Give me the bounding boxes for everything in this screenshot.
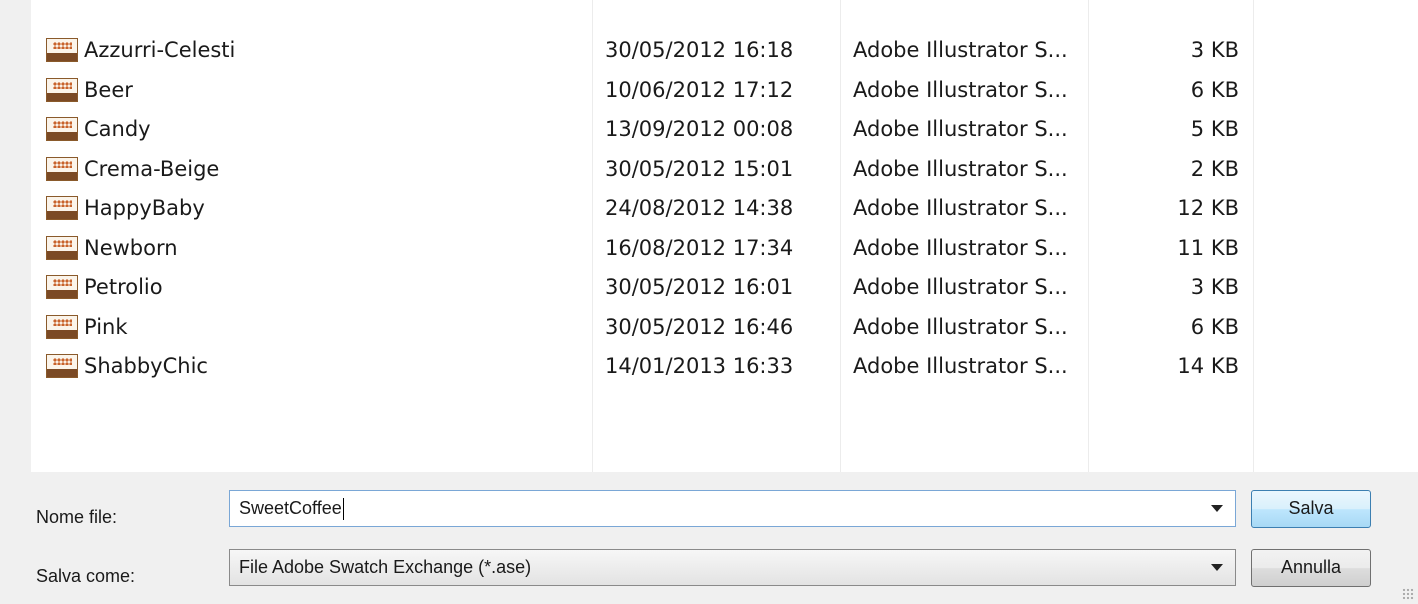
- filename-value: SweetCoffee: [239, 498, 342, 518]
- file-name: Newborn: [84, 235, 178, 260]
- file-row[interactable]: HappyBaby 24/08/2012 14:38 Adobe Illustrat…: [31, 189, 1418, 227]
- file-type: Adobe Illustrator S...: [853, 196, 1068, 220]
- ase-swatch-file-icon: [46, 275, 78, 299]
- ase-swatch-file-icon: [46, 235, 78, 260]
- file-name: Azzurri-Celesti: [84, 38, 236, 62]
- ase-swatch-file-icon: [46, 38, 78, 62]
- file-type: Adobe Illustrator S...: [853, 235, 1068, 260]
- file-size: 12 KB: [1177, 196, 1239, 220]
- file-row[interactable]: Newborn 16/08/2012 17:34 Adobe Illustrator…: [31, 229, 1418, 267]
- ase-swatch-file-icon: [46, 354, 78, 378]
- ase-swatch-file-icon: [46, 196, 78, 220]
- file-modified: 13/09/2012 00:08: [605, 117, 794, 141]
- filetype-value: File Adobe Swatch Exchange (*.ase): [239, 557, 532, 577]
- file-name: HappyBaby: [84, 196, 205, 220]
- ase-swatch-file-icon: [46, 117, 78, 141]
- file-type: Adobe Illustrator S...: [853, 38, 1068, 62]
- chevron-down-icon[interactable]: [1211, 505, 1223, 512]
- file-modified: 16/08/2012 17:34: [605, 235, 794, 260]
- filename-label: Nome file:: [36, 507, 118, 527]
- chevron-down-icon[interactable]: [1211, 564, 1223, 571]
- file-size: 3 KB: [1190, 38, 1239, 62]
- cancel-button[interactable]: Annulla: [1251, 549, 1371, 587]
- file-name: Beer: [84, 77, 133, 102]
- file-row[interactable]: Petrolio 30/05/2012 16:01 Adobe Illustrato…: [31, 268, 1418, 306]
- file-modified: 30/05/2012 15:01: [605, 156, 794, 181]
- file-type: Adobe Illustrator S...: [853, 77, 1068, 102]
- file-type: Adobe Illustrator S...: [853, 156, 1068, 181]
- ase-swatch-file-icon: [46, 77, 78, 102]
- file-modified: 30/05/2012 16:01: [605, 275, 794, 299]
- file-row[interactable]: Crema-Beige 30/05/2012 15:01 Adobe Illustr…: [31, 150, 1418, 188]
- file-row[interactable]: ShabbyChic 14/01/2013 16:33 Adobe Illustra…: [31, 347, 1418, 385]
- file-type: Adobe Illustrator S...: [853, 117, 1068, 141]
- file-row[interactable]: Pink 30/05/2012 16:46 Adobe Illustrator S.…: [31, 308, 1418, 346]
- file-modified: 14/01/2013 16:33: [605, 354, 794, 378]
- ase-swatch-file-icon: [46, 314, 78, 339]
- filetype-select[interactable]: File Adobe Swatch Exchange (*.ase): [229, 549, 1236, 586]
- filename-input[interactable]: SweetCoffee: [229, 490, 1236, 527]
- resize-grip-icon[interactable]: [1402, 588, 1414, 600]
- file-modified: 30/05/2012 16:46: [605, 314, 794, 339]
- file-size: 2 KB: [1190, 156, 1239, 181]
- file-size: 5 KB: [1190, 117, 1239, 141]
- file-type: Adobe Illustrator S...: [853, 314, 1068, 339]
- file-name: Petrolio: [84, 275, 163, 299]
- text-caret: [342, 498, 344, 521]
- file-name: Crema-Beige: [84, 156, 220, 181]
- file-row[interactable]: Beer 10/06/2012 17:12 Adobe Illustrator S.…: [31, 71, 1418, 109]
- file-size: 6 KB: [1190, 314, 1239, 339]
- file-type: Adobe Illustrator S...: [853, 275, 1068, 299]
- file-modified: 10/06/2012 17:12: [605, 77, 794, 102]
- save-button[interactable]: Salva: [1251, 490, 1371, 528]
- file-row[interactable]: Azzurri-Celesti 30/05/2012 16:18 Adobe Ill…: [31, 31, 1418, 69]
- file-name: Pink: [84, 314, 128, 339]
- file-size: 3 KB: [1190, 275, 1239, 299]
- file-modified: 24/08/2012 14:38: [605, 196, 794, 220]
- file-list[interactable]: Azzurri-Celesti 30/05/2012 16:18 Adobe Ill…: [31, 0, 1418, 472]
- file-name: Candy: [84, 117, 151, 141]
- file-row[interactable]: Candy 13/09/2012 00:08 Adobe Illustrator S…: [31, 110, 1418, 148]
- file-name: ShabbyChic: [84, 354, 208, 378]
- file-size: 11 KB: [1177, 235, 1239, 260]
- file-modified: 30/05/2012 16:18: [605, 38, 794, 62]
- file-size: 6 KB: [1190, 77, 1239, 102]
- ase-swatch-file-icon: [46, 156, 78, 181]
- file-size: 14 KB: [1177, 354, 1239, 378]
- filetype-label: Salva come:: [36, 566, 136, 586]
- file-type: Adobe Illustrator S...: [853, 354, 1068, 378]
